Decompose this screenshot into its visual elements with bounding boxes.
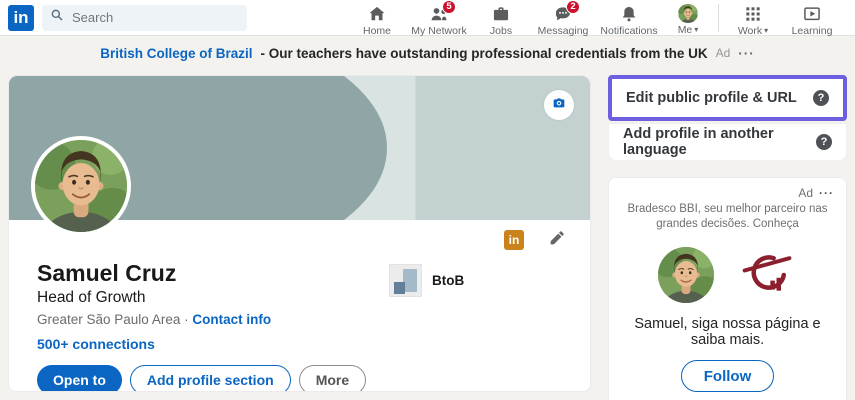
edit-cover-button[interactable]: [544, 90, 574, 120]
notifications-icon: [619, 4, 639, 24]
profile-headline: Head of Growth: [37, 289, 389, 307]
nav-items: Home 5 My Network Jobs 2 Messaging: [346, 0, 843, 36]
nav-work-label: Work▾: [738, 25, 768, 37]
my-network-badge: 5: [442, 0, 456, 14]
camera-icon: [551, 95, 567, 116]
work-grid-icon: [743, 4, 763, 24]
help-icon[interactable]: ?: [816, 134, 832, 150]
nav-messaging-label: Messaging: [538, 25, 589, 37]
right-rail: Edit public profile & URL ? Add profile …: [608, 75, 847, 400]
nav-home[interactable]: Home: [346, 0, 408, 36]
edit-public-profile-row[interactable]: Edit public profile & URL ?: [612, 79, 843, 117]
profile-photo[interactable]: [31, 136, 131, 236]
nav-me-label: Me▾: [678, 24, 699, 36]
me-avatar: [678, 4, 698, 23]
page-content: in Samuel Cruz Head of Growth Greater Sã…: [0, 70, 855, 400]
ad-tagline: Bradesco BBI, seu melhor parceiro nas gr…: [621, 202, 834, 232]
messaging-badge: 2: [566, 0, 580, 14]
ad-user-avatar: [658, 247, 714, 303]
profile-actions: Open to Add profile section More: [37, 365, 566, 392]
banner-ad-label: Ad: [716, 46, 731, 60]
nav-messaging[interactable]: 2 Messaging: [532, 0, 594, 36]
follow-button[interactable]: Follow: [681, 360, 775, 392]
search-icon: [50, 8, 64, 27]
premium-badge-icon[interactable]: in: [504, 230, 524, 250]
more-button[interactable]: More: [299, 365, 366, 392]
edit-public-profile-label: Edit public profile & URL: [626, 90, 797, 106]
learning-icon: [802, 4, 822, 24]
contact-info-link[interactable]: Contact info: [192, 312, 271, 327]
top-banner-ad: British College of Brazil - Our teachers…: [0, 36, 855, 70]
current-company[interactable]: BtoB: [389, 264, 464, 297]
profile-location: Greater São Paulo Area · Contact info: [37, 312, 389, 327]
banner-advertiser-link[interactable]: British College of Brazil: [100, 46, 252, 61]
add-profile-section-button[interactable]: Add profile section: [130, 365, 291, 392]
sidebar-ad-card[interactable]: Ad ··· Bradesco BBI, seu melhor parceiro…: [608, 177, 847, 400]
search-input[interactable]: [70, 9, 220, 26]
profile-card: in Samuel Cruz Head of Growth Greater Sã…: [8, 75, 591, 392]
nav-jobs[interactable]: Jobs: [470, 0, 532, 36]
nav-learning-label: Learning: [792, 25, 833, 37]
open-to-button[interactable]: Open to: [37, 365, 122, 392]
add-language-row[interactable]: Add profile in another language ?: [608, 123, 847, 161]
nav-me[interactable]: Me▾: [664, 0, 712, 36]
company-name: BtoB: [432, 273, 464, 288]
home-icon: [367, 4, 387, 24]
nav-notifications[interactable]: Notifications: [594, 0, 664, 36]
ad-message: Samuel, siga nossa página e saiba mais.: [621, 316, 834, 348]
nav-divider: [718, 4, 719, 32]
chevron-down-icon: ▾: [764, 26, 768, 35]
nav-learning[interactable]: Learning: [781, 0, 843, 36]
help-icon[interactable]: ?: [813, 90, 829, 106]
search-box[interactable]: [42, 5, 247, 31]
top-navigation-bar: in Home 5 My Network Jobs: [0, 0, 855, 36]
linkedin-logo[interactable]: in: [8, 5, 34, 31]
nav-home-label: Home: [363, 25, 391, 37]
identity-block: Samuel Cruz Head of Growth Greater São P…: [37, 260, 389, 352]
nav-my-network[interactable]: 5 My Network: [408, 0, 470, 36]
banner-message: - Our teachers have outstanding professi…: [260, 46, 707, 61]
profile-card-body: in Samuel Cruz Head of Growth Greater Sã…: [9, 220, 590, 392]
highlight-annotation-box: Edit public profile & URL ?: [608, 75, 847, 121]
nav-my-network-label: My Network: [411, 25, 466, 37]
banner-options-icon[interactable]: ···: [738, 46, 755, 61]
edit-profile-pencil-icon[interactable]: [548, 229, 566, 252]
connections-link[interactable]: 500+ connections: [37, 336, 389, 352]
nav-notifications-label: Notifications: [600, 25, 657, 37]
nav-work[interactable]: Work▾: [725, 0, 781, 36]
bradesco-logo-icon: [736, 244, 798, 306]
ad-options-icon[interactable]: ···: [819, 186, 834, 200]
company-logo: [389, 264, 422, 297]
ad-label: Ad: [798, 186, 813, 200]
jobs-icon: [491, 4, 511, 24]
nav-jobs-label: Jobs: [490, 25, 512, 37]
profile-name: Samuel Cruz: [37, 260, 389, 287]
add-language-label: Add profile in another language: [623, 126, 816, 158]
chevron-down-icon: ▾: [694, 25, 698, 34]
